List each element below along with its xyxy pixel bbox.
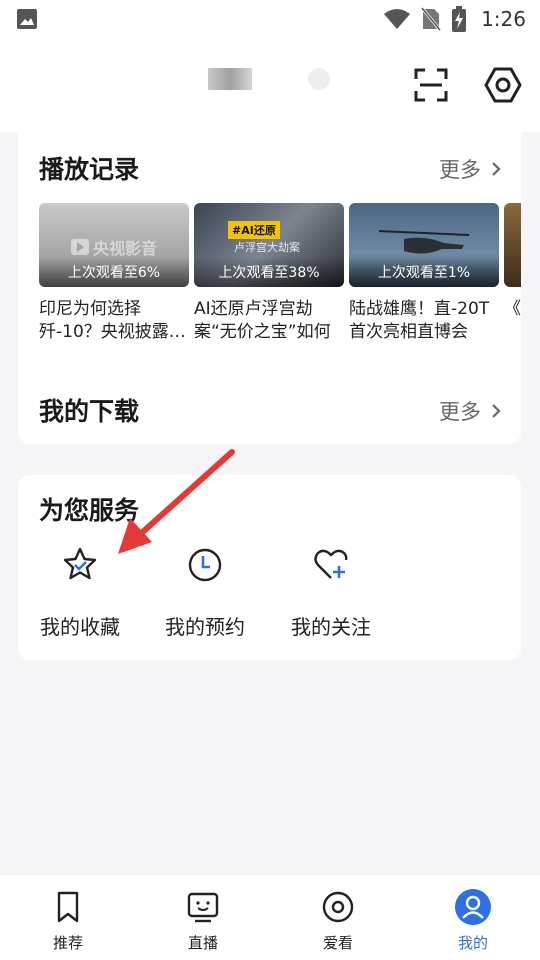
video-tag: #AI还原 [228,221,280,239]
eye-icon [322,891,354,923]
tab-recommend-label: 推荐 [52,934,83,952]
history-item-title[interactable]: AI还原卢浮宫劫案“无价之宝”如何光… [194,298,344,344]
service-favorites-label: 我的收藏 [40,615,120,639]
watermark: 央视影音 [71,235,157,259]
status-bar: 1:26 [0,0,540,38]
downloads-more-link[interactable]: 更多 [439,396,501,426]
history-item-thumbnail[interactable]: 上次观看至1% [349,203,499,287]
history-title: 播放记录 [39,155,140,184]
history-more-label: 更多 [439,158,481,182]
no-sim-icon [421,7,442,31]
history-item-title[interactable]: 《20 [504,298,521,344]
bookmark-icon [57,891,79,923]
bottom-tab-bar: 推荐 直播 爱看 我的 [0,874,540,960]
avatar[interactable] [308,68,330,90]
heart-plus-icon [314,549,348,579]
chevron-right-icon [492,404,501,418]
downloads-more-label: 更多 [439,400,481,424]
history-item-thumbnail[interactable]: #AI还原 卢浮宫大劫案 上次观看至38% [194,203,344,287]
watermark-text: 央视影音 [93,239,158,258]
history-more-link[interactable]: 更多 [439,154,501,184]
tab-watch[interactable]: 爱看 [288,889,388,953]
history-item-title[interactable]: 印尼为何选择歼-10？央视披露… [39,298,189,344]
image-notification-icon [17,9,37,29]
settings-icon[interactable] [484,66,522,104]
downloads-title[interactable]: 我的下载 [39,392,139,428]
chevron-right-icon [492,162,501,176]
tab-mine[interactable]: 我的 [423,889,523,953]
wifi-icon [384,9,411,29]
history-item-progress: 上次观看至6% [39,257,189,287]
scan-icon[interactable] [414,68,448,102]
annotation-arrow [118,449,235,554]
history-item-title[interactable]: 陆战雄鹰！直-20T首次亮相直博会 [349,298,499,344]
tab-recommend[interactable]: 推荐 [18,889,118,953]
history-card: 播放记录 更多 央视影音 上次观看至6% 印尼为何选择歼-10？央视披露… #A… [18,132,521,444]
history-item-thumbnail[interactable]: 央视影音 上次观看至6% [39,203,189,287]
user-icon [455,889,491,925]
profile-header [0,38,540,132]
service-reservations-label: 我的预约 [165,615,245,639]
video-overlay-text: 卢浮宫大劫案 [234,241,300,254]
services-card: 为您服务 我的收藏 我的预约 我的关注 [18,475,521,660]
service-follows-label: 我的关注 [291,615,371,639]
service-follows[interactable]: 我的关注 [271,545,391,640]
tab-watch-label: 爱看 [322,934,353,952]
tab-mine-label: 我的 [457,934,488,952]
tv-icon [187,892,219,923]
history-item-progress: 上次观看至38% [194,257,344,287]
play-logo-icon [71,239,89,255]
tab-live[interactable]: 直播 [153,889,253,953]
tab-live-label: 直播 [187,934,218,952]
username-blurred[interactable] [208,68,252,90]
battery-charging-icon [452,6,467,32]
favorite-star-icon [63,547,97,580]
status-time: 1:26 [481,7,526,31]
history-item-thumbnail[interactable] [504,203,521,287]
history-item-progress: 上次观看至1% [349,257,499,287]
